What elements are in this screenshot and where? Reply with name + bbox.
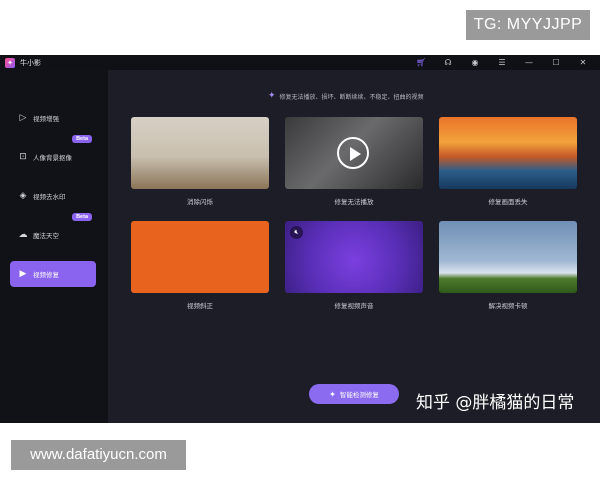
sidebar-item-portrait-matting[interactable]: Beta ⊡ 人像背景抠像 bbox=[10, 135, 96, 170]
sidebar-item-label: 人像背景抠像 bbox=[33, 154, 72, 162]
mute-icon: 🔇︎ bbox=[290, 226, 303, 239]
sidebar-item-label: 视频修复 bbox=[33, 271, 59, 279]
screenshot-page: TG: MYYJJPP ✦ 牛小影 🛒︎ ☊ ◉ ☰ — ☐ ✕ ▷ 视频增强 … bbox=[0, 0, 600, 480]
sidebar-item-label: 魔法天空 bbox=[33, 232, 59, 240]
zhihu-watermark: 知乎 @胖橘猫的日常 bbox=[416, 393, 575, 413]
card-thumbnail bbox=[131, 117, 269, 189]
url-badge: www.dafatiyucn.com bbox=[11, 440, 186, 470]
play-screen-icon: ▷ bbox=[19, 113, 27, 123]
card-thumbnail bbox=[439, 221, 577, 293]
smart-detect-repair-button[interactable]: ✦ 智能检测修复 bbox=[309, 384, 399, 404]
repair-card-flicker[interactable]: 消除闪烁 bbox=[131, 117, 269, 206]
beta-badge: Beta bbox=[72, 213, 92, 221]
sidebar-item-watermark-removal[interactable]: ◈ 视频去水印 bbox=[10, 183, 96, 209]
smart-button-label: 智能检测修复 bbox=[339, 391, 379, 399]
minimize-icon[interactable]: — bbox=[524, 55, 534, 70]
sidebar-item-video-repair[interactable]: ▶ 视频修复 bbox=[10, 261, 96, 287]
card-thumbnail bbox=[439, 117, 577, 189]
maximize-icon[interactable]: ☐ bbox=[551, 55, 561, 70]
sidebar-item-label: 视频增强 bbox=[33, 115, 59, 123]
close-icon[interactable]: ✕ bbox=[578, 55, 588, 70]
card-thumbnail bbox=[131, 221, 269, 293]
menu-icon[interactable]: ☰ bbox=[497, 55, 507, 70]
card-label: 修复无法播放 bbox=[334, 198, 374, 206]
cloud-icon: ☁ bbox=[18, 230, 28, 240]
card-label: 解决视频卡顿 bbox=[488, 302, 528, 310]
repair-card-frame-loss[interactable]: 修复画面丢失 bbox=[439, 117, 577, 206]
card-thumbnail bbox=[285, 117, 423, 189]
card-label: 视频斜正 bbox=[187, 302, 213, 310]
title-bar-controls: 🛒︎ ☊ ◉ ☰ — ☐ ✕ bbox=[416, 55, 588, 70]
title-bar: ✦ 牛小影 🛒︎ ☊ ◉ ☰ — ☐ ✕ bbox=[0, 55, 600, 70]
app-window: ✦ 牛小影 🛒︎ ☊ ◉ ☰ — ☐ ✕ ▷ 视频增强 Beta ⊡ 人像背景抠… bbox=[0, 55, 600, 423]
app-name: 牛小影 bbox=[20, 58, 41, 67]
hint-text: 修复无法播放、损坏、断断续续、不稳定、扭曲的视频 bbox=[279, 93, 424, 101]
beta-badge: Beta bbox=[72, 135, 92, 143]
card-thumbnail: 🔇︎ bbox=[285, 221, 423, 293]
sidebar-item-video-enhance[interactable]: ▷ 视频增强 bbox=[10, 105, 96, 131]
card-label: 修复视频声音 bbox=[334, 302, 374, 310]
repair-card-audio[interactable]: 🔇︎ 修复视频声音 bbox=[285, 221, 423, 310]
main-panel: ✦ 修复无法播放、损坏、断断续续、不稳定、扭曲的视频 消除闪烁 修复无法播放 修… bbox=[108, 70, 600, 423]
sidebar-item-label: 视频去水印 bbox=[33, 193, 66, 201]
portrait-icon: ⊡ bbox=[19, 152, 27, 162]
cart-icon[interactable]: 🛒︎ bbox=[416, 55, 426, 70]
tg-badge: TG: MYYJJPP bbox=[466, 10, 590, 40]
repair-card-stutter[interactable]: 解决视频卡顿 bbox=[439, 221, 577, 310]
repair-card-straighten[interactable]: 视频斜正 bbox=[131, 221, 269, 310]
user-icon[interactable]: ◉ bbox=[470, 55, 480, 70]
sidebar: ▷ 视频增强 Beta ⊡ 人像背景抠像 ◈ 视频去水印 Beta ☁ 魔法天空… bbox=[0, 70, 108, 423]
sparkle-icon: ✦ bbox=[268, 91, 276, 101]
sidebar-item-magic-sky[interactable]: Beta ☁ 魔法天空 bbox=[10, 213, 96, 248]
sparkle-icon: ✦ bbox=[329, 389, 336, 399]
repair-card-unplayable[interactable]: 修复无法播放 bbox=[285, 117, 423, 206]
app-logo: ✦ bbox=[5, 57, 15, 68]
repair-screen-icon: ▶ bbox=[19, 269, 27, 279]
card-label: 修复画面丢失 bbox=[488, 198, 528, 206]
repair-hint: ✦ 修复无法播放、损坏、断断续续、不稳定、扭曲的视频 bbox=[268, 91, 424, 101]
play-icon bbox=[337, 137, 369, 169]
card-label: 消除闪烁 bbox=[187, 198, 213, 206]
headset-icon[interactable]: ☊ bbox=[443, 55, 453, 70]
eraser-icon: ◈ bbox=[19, 191, 27, 201]
